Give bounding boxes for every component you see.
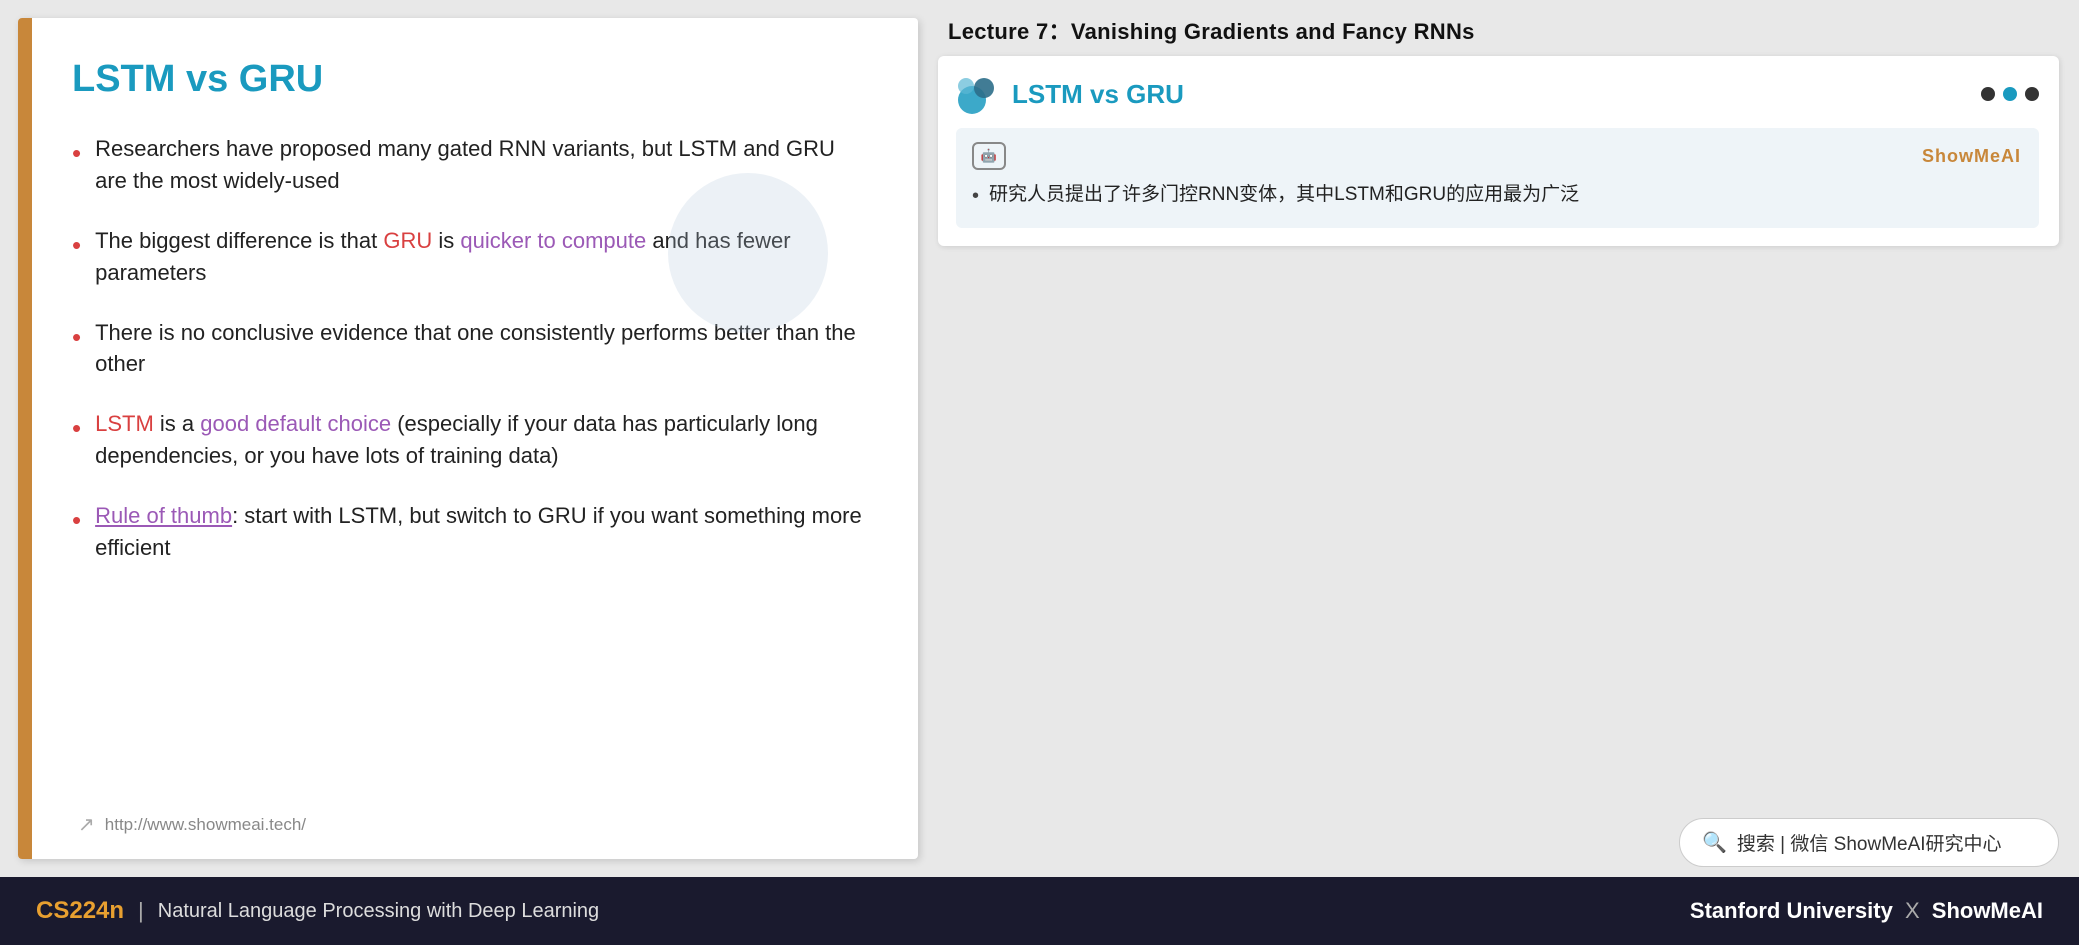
slide-body: LSTM vs GRU • Researchers have proposed … xyxy=(32,18,918,859)
preview-card: LSTM vs GRU 🤖 ShowMeAI • 研 xyxy=(938,56,2059,246)
search-bar[interactable]: 🔍 搜索 | 微信 ShowMeAI研究中心 xyxy=(1679,818,2059,867)
search-bar-text: 搜索 | 微信 ShowMeAI研究中心 xyxy=(1737,829,2002,856)
translation-text: 研究人员提出了许多门控RNN变体，其中LSTM和GRU的应用最为广泛 xyxy=(989,180,1579,210)
lecture-header: Lecture 7：Vanishing Gradients and Fancy … xyxy=(938,0,2059,56)
bottom-right: Stanford University X ShowMeAI xyxy=(1690,898,2043,924)
stanford-text: Stanford University xyxy=(1690,898,1893,923)
slide-title: LSTM vs GRU xyxy=(72,58,868,101)
bullet-dot: • xyxy=(72,502,81,540)
right-panel: Lecture 7：Vanishing Gradients and Fancy … xyxy=(918,0,2079,877)
preview-card-title: LSTM vs GRU xyxy=(1012,79,1184,110)
ai-badge-text: 🤖 xyxy=(981,148,997,164)
showmeai-brand: ShowMeAI xyxy=(1932,898,2043,923)
preview-dots xyxy=(1981,87,2039,101)
dot-inactive-1 xyxy=(1981,87,1995,101)
slide-footer: ↗ http://www.showmeai.tech/ xyxy=(78,812,306,837)
trans-bullet: • xyxy=(972,180,979,212)
ai-badge: 🤖 xyxy=(972,142,1006,170)
cursor-icon: ↗ xyxy=(78,812,95,837)
list-item: • Rule of thumb: start with LSTM, but sw… xyxy=(72,500,868,564)
preview-logo-area: LSTM vs GRU xyxy=(956,72,1184,116)
dot-active xyxy=(2003,87,2017,101)
slide-panel: LSTM vs GRU • Researchers have proposed … xyxy=(18,18,918,859)
showmeai-label: ShowMeAI xyxy=(1922,146,2021,167)
translation-card: 🤖 ShowMeAI • 研究人员提出了许多门控RNN变体，其中LSTM和GRU… xyxy=(956,128,2039,228)
accent-bar xyxy=(18,18,32,859)
bullet-dot: • xyxy=(72,135,81,173)
search-icon: 🔍 xyxy=(1702,830,1727,855)
x-separator: X xyxy=(1905,898,1926,923)
showmeai-logo-icon xyxy=(956,72,1000,116)
bullet-text-5: Rule of thumb: start with LSTM, but swit… xyxy=(95,500,868,564)
course-name: Natural Language Processing with Deep Le… xyxy=(158,900,599,923)
bullet-text-4: LSTM is a good default choice (especiall… xyxy=(95,408,868,472)
decorative-circle xyxy=(668,173,828,333)
bullet-dot: • xyxy=(72,319,81,357)
bullet-dot: • xyxy=(72,227,81,265)
main-content: LSTM vs GRU • Researchers have proposed … xyxy=(0,0,2079,877)
dot-inactive-2 xyxy=(2025,87,2039,101)
search-bar-wrap: 🔍 搜索 | 微信 ShowMeAI研究中心 xyxy=(938,798,2059,867)
list-item: • LSTM is a good default choice (especia… xyxy=(72,408,868,472)
course-code: CS224n xyxy=(36,897,124,925)
footer-url: http://www.showmeai.tech/ xyxy=(105,815,306,835)
separator: | xyxy=(138,898,144,924)
translation-top: 🤖 ShowMeAI xyxy=(972,142,2021,170)
preview-top: LSTM vs GRU xyxy=(956,72,2039,116)
bottom-left: CS224n | Natural Language Processing wit… xyxy=(36,897,599,925)
translation-content: • 研究人员提出了许多门控RNN变体，其中LSTM和GRU的应用最为广泛 xyxy=(972,180,2021,212)
bottom-bar: CS224n | Natural Language Processing wit… xyxy=(0,877,2079,945)
bullet-dot: • xyxy=(72,410,81,448)
